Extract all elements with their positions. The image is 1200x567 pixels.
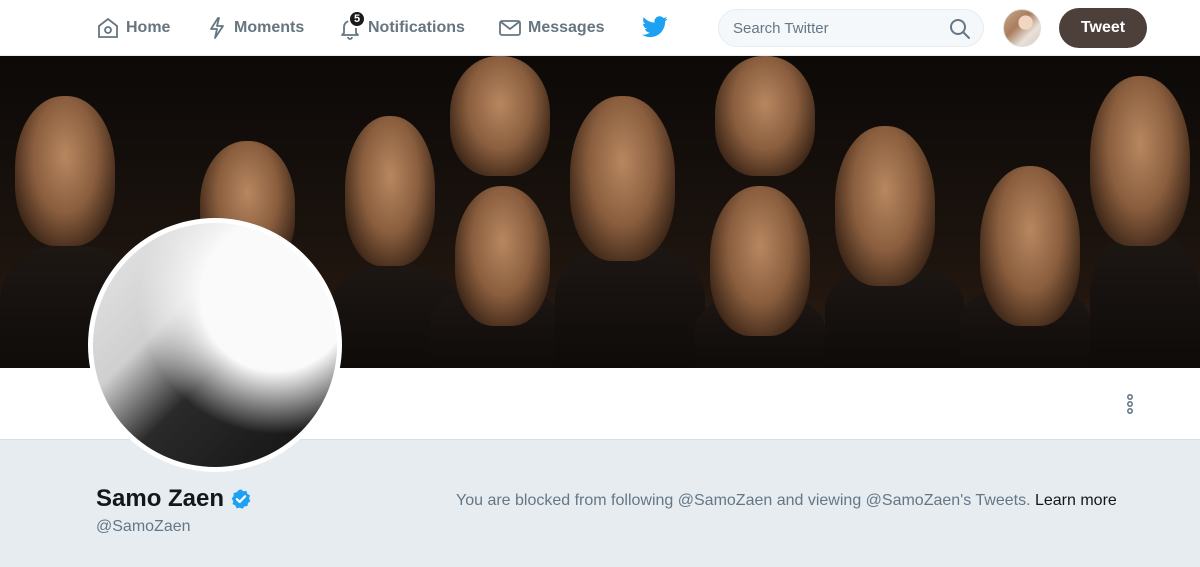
blocked-notice: You are blocked from following @SamoZaen… [456,489,1136,512]
twitter-bird-icon[interactable] [642,16,668,38]
nav-messages-label: Messages [528,19,605,36]
tweet-button[interactable]: Tweet [1059,8,1147,48]
nav-moments[interactable]: Moments [206,0,304,56]
nav-home-label: Home [126,19,171,36]
blocked-notice-text: You are blocked from following @SamoZaen… [456,492,1031,509]
search-icon[interactable] [949,18,971,40]
more-options-icon[interactable] [1120,392,1140,416]
profile-name-text: Samo Zaen [96,485,225,512]
nav-home[interactable]: Home [96,0,170,56]
top-navigation-bar: Home Moments 5 Notifications Messages Tw… [0,0,1200,56]
envelope-icon [499,20,521,36]
lightning-icon [210,17,224,39]
nav-notifications[interactable]: 5 Notifications [338,0,465,56]
profile-avatar[interactable] [88,218,342,472]
profile-name: Samo Zaen [96,485,252,513]
home-icon [98,17,118,38]
nav-notifications-label: Notifications [368,19,465,36]
nav-moments-label: Moments [234,19,305,36]
profile-handle: @SamoZaen [96,518,191,535]
learn-more-link[interactable]: Learn more [1035,492,1117,509]
nav-messages[interactable]: Messages [498,0,605,56]
profile-photo [93,223,337,467]
notifications-count-badge: 5 [348,10,366,28]
search-input[interactable] [733,10,953,46]
search-box [718,9,984,47]
user-avatar-menu[interactable] [1003,9,1041,47]
verified-badge-icon [231,489,251,509]
